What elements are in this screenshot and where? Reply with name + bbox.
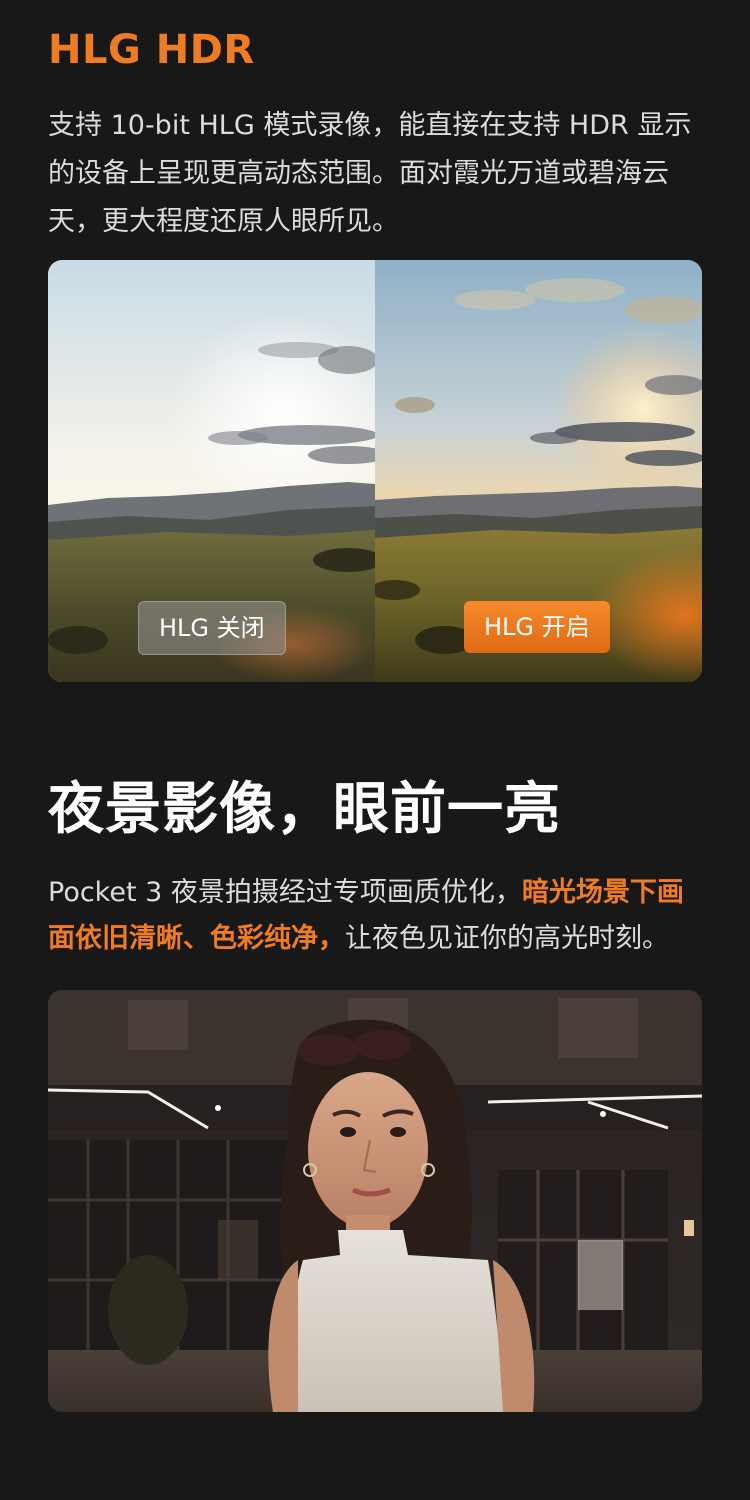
hlg-section-title: HLG HDR: [48, 27, 255, 73]
night-desc-part1: Pocket 3 夜景拍摄经过专项画质优化，: [48, 877, 522, 908]
night-portrait-photo: [48, 990, 702, 1412]
hlg-off-label: HLG 关闭: [138, 601, 286, 655]
hlg-description: 支持 10-bit HLG 模式录像，能直接在支持 HDR 显示的设备上呈现更高…: [48, 110, 692, 237]
night-desc-part2: 让夜色见证你的高光时刻。: [345, 923, 669, 954]
night-description: Pocket 3 夜景拍摄经过专项画质优化，暗光场景下画面依旧清晰、色彩纯净，让…: [48, 870, 708, 962]
hlg-on-photo: HLG 开启: [375, 260, 702, 682]
night-section-title: 夜景影像，眼前一亮: [48, 777, 561, 842]
hlg-on-label: HLG 开启: [464, 601, 610, 653]
hlg-off-photo: HLG 关闭: [48, 260, 375, 682]
hlg-comparison-image: HLG 关闭 HLG 开启: [48, 260, 702, 682]
